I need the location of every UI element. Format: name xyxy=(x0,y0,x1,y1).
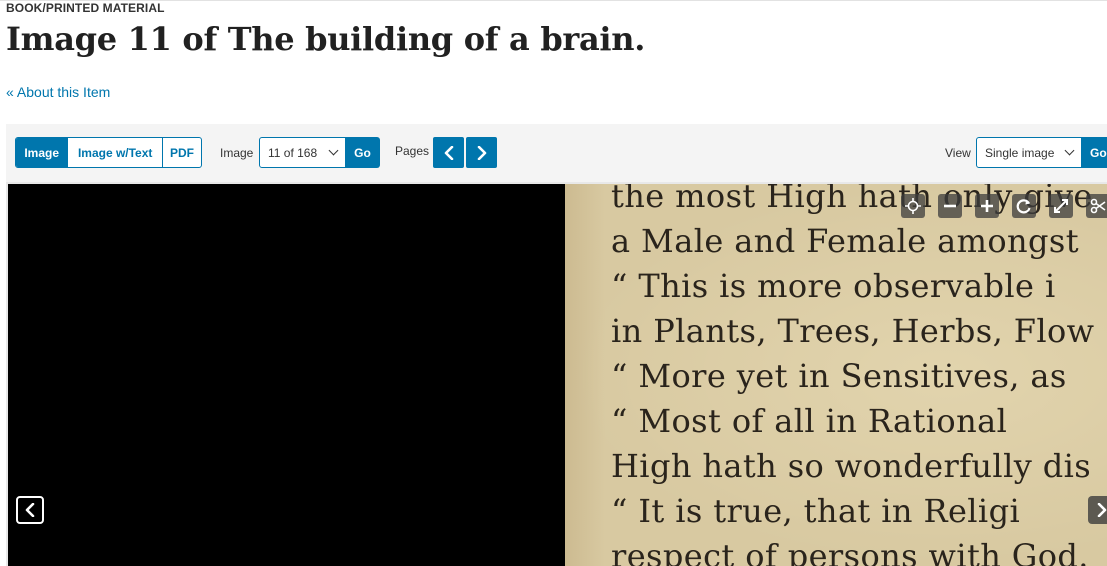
chevron-left-icon xyxy=(25,503,35,517)
scan-text-line: “ This is more observable i xyxy=(611,267,1056,305)
chevron-down-icon xyxy=(328,145,339,156)
chevron-left-icon xyxy=(444,145,453,160)
image-select[interactable]: 11 of 168 xyxy=(259,137,346,168)
page-scan-image: the most High hath only give a Male and … xyxy=(565,182,1107,566)
chevron-down-icon xyxy=(1064,145,1075,156)
format-label: BOOK/PRINTED MATERIAL xyxy=(6,1,165,15)
view-select-value: Single image xyxy=(985,145,1055,160)
rotate-button[interactable] xyxy=(1012,194,1036,218)
chevron-right-icon xyxy=(477,145,486,160)
about-item-link[interactable]: « About this Item xyxy=(6,84,110,100)
image-label: Image xyxy=(220,146,254,160)
fullscreen-icon xyxy=(1054,199,1068,213)
rotate-icon xyxy=(1016,199,1031,214)
pdf-mode-button[interactable]: PDF xyxy=(163,138,201,167)
next-page-button[interactable] xyxy=(466,137,497,168)
image-viewer[interactable]: the most High hath only give a Male and … xyxy=(6,182,1107,566)
scan-text-line: “ Most of all in Rational xyxy=(611,402,1008,440)
zoom-out-button[interactable] xyxy=(938,194,962,218)
viewer-toolbar: Image Image w/Text PDF Image 11 of 168 G… xyxy=(6,124,1107,182)
chevron-right-icon xyxy=(1097,503,1107,517)
viewer-next-button[interactable] xyxy=(1088,496,1107,524)
previous-page-button[interactable] xyxy=(433,137,464,168)
top-divider xyxy=(0,0,1107,1)
fullscreen-button[interactable] xyxy=(1049,194,1073,218)
image-select-value: 11 of 168 xyxy=(268,145,318,160)
scan-text-line: “ It is true, that in Religi xyxy=(611,492,1021,530)
image-with-text-mode-button[interactable]: Image w/Text xyxy=(68,138,163,167)
clip-icon xyxy=(1090,198,1106,214)
scan-text-line: respect of persons with God. xyxy=(611,537,1089,566)
view-label: View xyxy=(945,146,971,160)
scan-text-line: in Plants, Trees, Herbs, Flow xyxy=(611,312,1095,350)
zoom-in-button[interactable] xyxy=(975,194,999,218)
zoom-in-icon xyxy=(981,200,993,212)
viewer-previous-button[interactable] xyxy=(16,496,44,524)
scan-text-line: “ More yet in Sensitives, as xyxy=(611,357,1067,395)
clip-button[interactable] xyxy=(1086,194,1107,218)
view-select[interactable]: Single image xyxy=(976,137,1082,168)
image-go-button[interactable]: Go xyxy=(345,137,380,168)
pages-label: Pages xyxy=(395,144,430,158)
page-title: Image 11 of The building of a brain. xyxy=(6,20,646,58)
scan-text-line: a Male and Female amongst xyxy=(611,222,1079,260)
viewer-controls xyxy=(901,194,1107,218)
scan-text-line: High hath so wonderfully dis xyxy=(611,447,1092,485)
view-go-button[interactable]: Go xyxy=(1082,137,1107,168)
move-button[interactable] xyxy=(901,194,925,218)
zoom-out-icon xyxy=(944,204,956,208)
view-mode-group: Image Image w/Text PDF xyxy=(15,137,202,168)
image-mode-button[interactable]: Image xyxy=(16,138,69,167)
move-icon xyxy=(905,198,921,214)
